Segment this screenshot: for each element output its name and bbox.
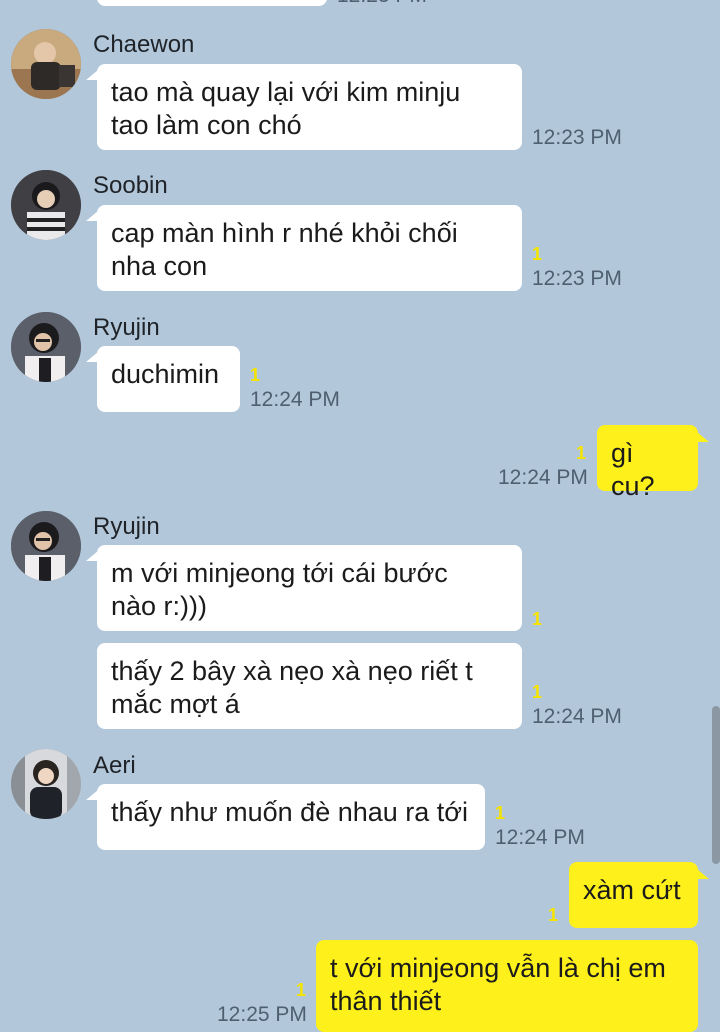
sender-name: Ryujin <box>93 314 160 341</box>
message-time: 12:25 PM <box>217 1003 307 1026</box>
message-text: nha con <box>111 251 208 281</box>
message-time: 12:24 PM <box>495 826 585 849</box>
message-bubble[interactable]: m với minjeong tới cái bước nào r:))) <box>97 545 522 631</box>
sender-name: Soobin <box>93 172 168 199</box>
avatar[interactable] <box>11 312 81 382</box>
sender-name: Ryujin <box>93 513 160 540</box>
avatar[interactable] <box>11 29 81 99</box>
sender-name: Chaewon <box>93 31 195 58</box>
message-bubble[interactable]: t với minjeong vẫn là chị em thân thiết <box>316 940 698 1032</box>
message-text: thấy 2 bây xà nẹo xà nẹo riết t <box>111 656 473 686</box>
message-bubble[interactable]: thấy như muốn đè nhau ra tới <box>97 784 485 850</box>
message-text: cap màn hình r nhé khỏi chối <box>111 218 458 248</box>
unread-count: 1 <box>250 365 261 385</box>
unread-count: 1 <box>532 609 543 629</box>
message-text: m với minjeong tới cái bước <box>111 558 448 588</box>
unread-count: 1 <box>495 803 506 823</box>
message-bubble[interactable]: duchimin <box>97 346 240 412</box>
sender-name: Aeri <box>93 752 136 779</box>
unread-count: 1 <box>532 244 543 264</box>
message-time: 12:23 PM <box>532 126 622 149</box>
unread-count: 1 <box>548 905 559 925</box>
message-bubble[interactable]: cap màn hình r nhé khỏi chối nha con <box>97 205 522 291</box>
message-text: thấy như muốn đè nhau ra tới <box>111 797 468 827</box>
message-text: tao làm con chó <box>111 110 302 140</box>
message-bubble[interactable]: thấy 2 bây xà nẹo xà nẹo riết t mắc mợt … <box>97 643 522 729</box>
avatar[interactable] <box>11 170 81 240</box>
unread-count: 1 <box>532 682 543 702</box>
message-time: 12:23 PM <box>337 0 427 8</box>
message-text: xàm cứt <box>583 875 681 905</box>
scrollbar[interactable] <box>712 706 720 864</box>
avatar[interactable] <box>11 511 81 581</box>
message-bubble[interactable]: tao mà quay lại với kim minju tao làm co… <box>97 64 522 150</box>
message-text: thân thiết <box>330 986 442 1016</box>
bubble-tail <box>697 432 709 442</box>
unread-count: 1 <box>576 443 587 463</box>
message-text: duchimin <box>111 359 220 389</box>
message-bubble[interactable]: gì cu? <box>597 425 698 501</box>
message-text: t với minjeong vẫn là chị em <box>330 953 666 983</box>
message-bubble-partial[interactable] <box>97 0 327 6</box>
bubble-tail <box>697 869 709 879</box>
message-text: gì cu? <box>611 438 655 501</box>
message-time: 12:24 PM <box>532 705 622 728</box>
message-time: 12:23 PM <box>532 267 622 290</box>
message-text: mắc mợt á <box>111 689 240 719</box>
unread-count: 1 <box>296 980 307 1000</box>
message-time: 12:24 PM <box>250 388 340 411</box>
message-text: nào r:))) <box>111 591 208 621</box>
message-bubble[interactable]: xàm cứt <box>569 862 698 928</box>
avatar[interactable] <box>11 749 81 819</box>
message-time: 12:24 PM <box>498 466 588 489</box>
message-text: tao mà quay lại với kim minju <box>111 77 461 107</box>
